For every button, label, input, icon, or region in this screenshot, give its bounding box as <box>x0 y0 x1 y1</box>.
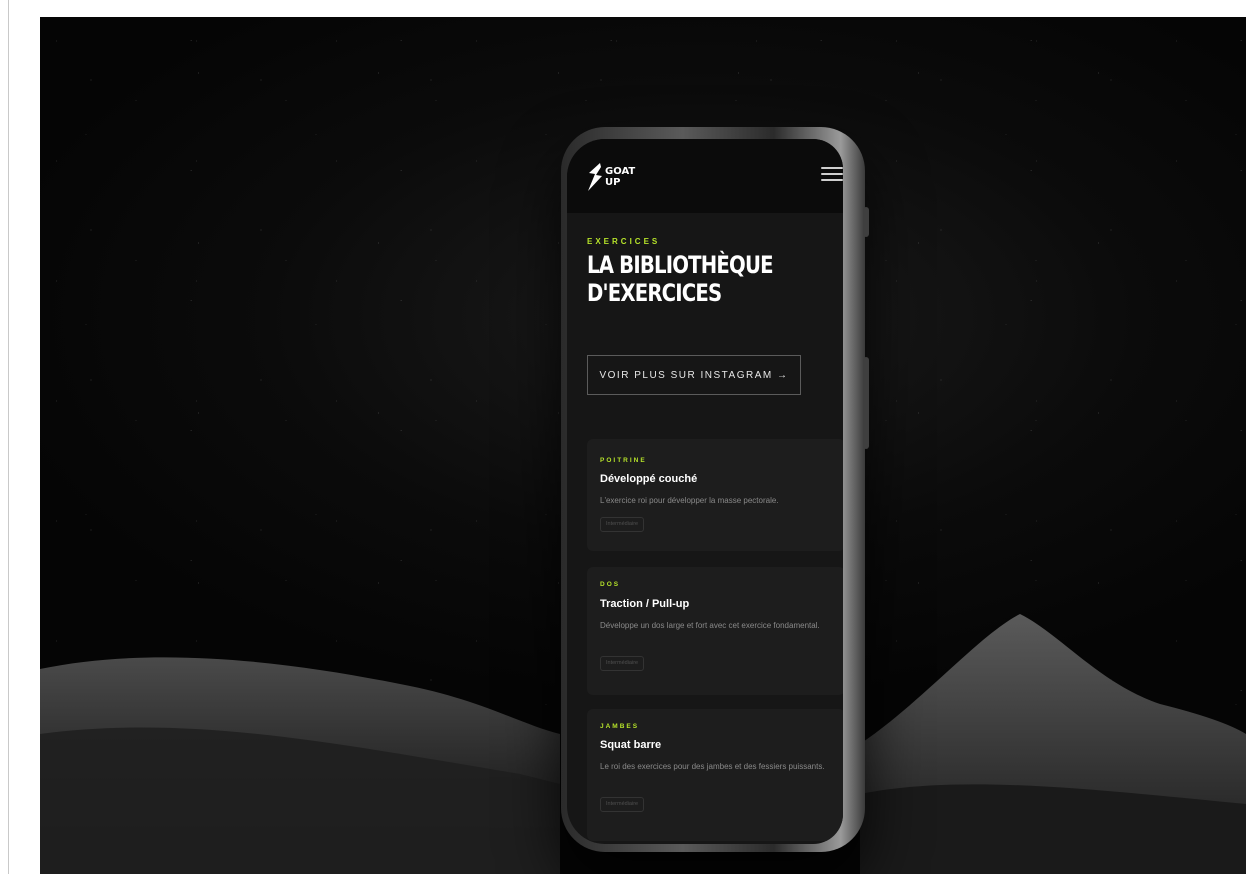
logo-line-2: UP <box>605 177 621 188</box>
section-eyebrow: EXERCICES <box>587 237 661 246</box>
phone-mockup: GOAT UP EXERCICES LA BIBLIOTHÈQUE D'EXER… <box>561 127 869 852</box>
logo-wordmark: GOAT UP <box>605 166 636 188</box>
exercise-description: Développe un dos large et fort avec cet … <box>600 621 820 630</box>
phone-side-button <box>863 357 869 449</box>
menu-bar <box>821 167 843 169</box>
hamburger-menu-icon[interactable] <box>821 167 843 183</box>
page-title: LA BIBLIOTHÈQUE D'EXERCICES <box>587 251 784 307</box>
exercise-card[interactable]: POITRINE Développé couché L'exercice roi… <box>587 439 843 551</box>
mockup-scene: GOAT UP EXERCICES LA BIBLIOTHÈQUE D'EXER… <box>40 17 1246 874</box>
exercise-card[interactable]: JAMBES Squat barre Le roi des exercices … <box>587 709 843 841</box>
logo-line-1: GOAT <box>605 166 636 177</box>
exercise-category: DOS <box>600 581 621 588</box>
menu-bar <box>821 179 843 181</box>
top-navigation-bar: GOAT UP <box>567 139 843 213</box>
exercise-description: Le roi des exercices pour des jambes et … <box>600 762 825 771</box>
difficulty-badge: Intermédiaire <box>600 797 645 812</box>
left-margin <box>0 0 40 874</box>
exercise-name: Développé couché <box>600 473 698 485</box>
phone-screen: GOAT UP EXERCICES LA BIBLIOTHÈQUE D'EXER… <box>567 139 843 844</box>
exercise-category: JAMBES <box>600 723 640 730</box>
margin-rule <box>8 0 9 874</box>
exercise-description: L'exercice roi pour développer la masse … <box>600 496 779 505</box>
difficulty-badge: Intermédiaire <box>600 656 645 671</box>
page-title-line-1: LA BIBLIOTHÈQUE <box>587 251 774 279</box>
goat-logo-icon <box>588 163 602 191</box>
exercise-name: Squat barre <box>600 739 662 751</box>
instagram-cta-button[interactable]: VOIR PLUS SUR INSTAGRAM → <box>587 355 801 395</box>
goat-up-logo[interactable]: GOAT UP <box>587 163 636 191</box>
exercise-card[interactable]: DOS Traction / Pull-up Développe un dos … <box>587 567 843 695</box>
menu-bar <box>821 173 843 175</box>
page-title-line-2: D'EXERCICES <box>587 279 722 307</box>
exercise-name: Traction / Pull-up <box>600 598 690 610</box>
phone-side-button <box>863 207 869 237</box>
difficulty-badge: Intermédiaire <box>600 517 645 532</box>
exercise-category: POITRINE <box>600 457 647 464</box>
